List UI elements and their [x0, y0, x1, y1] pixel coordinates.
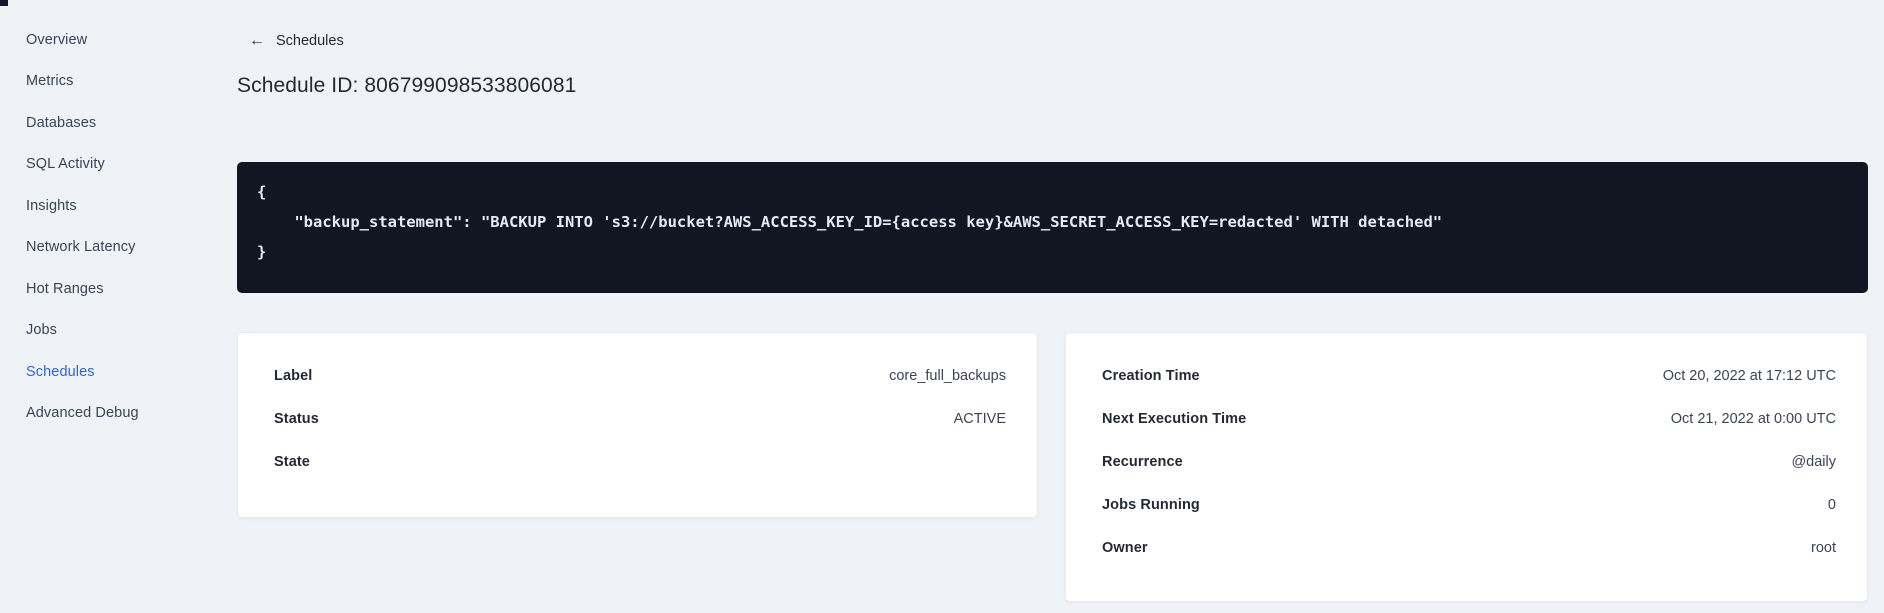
summary-row-next-execution-time: Next Execution Time Oct 21, 2022 at 0:00…: [1066, 397, 1867, 440]
arrow-left-icon: ←: [249, 32, 265, 49]
sidebar-item-advanced-debug[interactable]: Advanced Debug: [26, 393, 196, 435]
sidebar-item-sql-activity[interactable]: SQL Activity: [26, 144, 196, 186]
back-to-schedules-link[interactable]: ← Schedules: [249, 32, 344, 50]
page-title: Schedule ID: 806799098533806081: [237, 74, 577, 97]
summary-row-status: Status ACTIVE: [238, 397, 1037, 440]
row-value: ACTIVE: [953, 410, 1006, 427]
code-line: {: [257, 183, 267, 201]
sidebar-item-insights[interactable]: Insights: [26, 185, 196, 227]
summary-row-creation-time: Creation Time Oct 20, 2022 at 17:12 UTC: [1066, 354, 1867, 397]
schedule-definition-code-block: { "backup_statement": "BACKUP INTO 's3:/…: [237, 162, 1868, 293]
row-label: Next Execution Time: [1102, 410, 1247, 427]
summary-row-state: State: [238, 440, 1037, 483]
row-label: Label: [274, 367, 313, 384]
sidebar-item-metrics[interactable]: Metrics: [26, 61, 196, 103]
row-value: Oct 21, 2022 at 0:00 UTC: [1670, 410, 1836, 427]
row-value: core_full_backups: [889, 367, 1006, 384]
summary-row-recurrence: Recurrence @daily: [1066, 440, 1867, 483]
row-label: Owner: [1102, 539, 1148, 556]
row-value: root: [1811, 539, 1836, 556]
schedule-timing-card: Creation Time Oct 20, 2022 at 17:12 UTC …: [1065, 332, 1868, 602]
row-value: Oct 20, 2022 at 17:12 UTC: [1662, 367, 1836, 384]
sidebar-item-overview[interactable]: Overview: [26, 19, 196, 61]
sidebar-item-schedules[interactable]: Schedules: [26, 351, 196, 393]
code-line: }: [257, 243, 267, 261]
sidebar-nav: Overview Metrics Databases SQL Activity …: [0, 0, 196, 613]
sidebar-item-hot-ranges[interactable]: Hot Ranges: [26, 268, 196, 310]
row-label: State: [274, 453, 310, 470]
sidebar-item-network-latency[interactable]: Network Latency: [26, 227, 196, 269]
summary-row-owner: Owner root: [1066, 526, 1867, 569]
summary-row-jobs-running: Jobs Running 0: [1066, 483, 1867, 526]
code-line: "backup_statement": "BACKUP INTO 's3://b…: [257, 213, 1443, 231]
row-label: Status: [274, 410, 319, 427]
row-value: @daily: [1791, 453, 1836, 470]
row-label: Jobs Running: [1102, 496, 1200, 513]
schedule-summary-card: Label core_full_backups Status ACTIVE St…: [237, 332, 1038, 518]
sidebar-item-databases[interactable]: Databases: [26, 102, 196, 144]
row-label: Recurrence: [1102, 453, 1183, 470]
sidebar-item-jobs[interactable]: Jobs: [26, 310, 196, 352]
row-label: Creation Time: [1102, 367, 1200, 384]
row-value: 0: [1827, 496, 1836, 513]
main-content: ← Schedules Schedule ID: 806799098533806…: [237, 0, 1868, 613]
summary-row-label: Label core_full_backups: [238, 354, 1037, 397]
back-link-label: Schedules: [276, 33, 344, 49]
